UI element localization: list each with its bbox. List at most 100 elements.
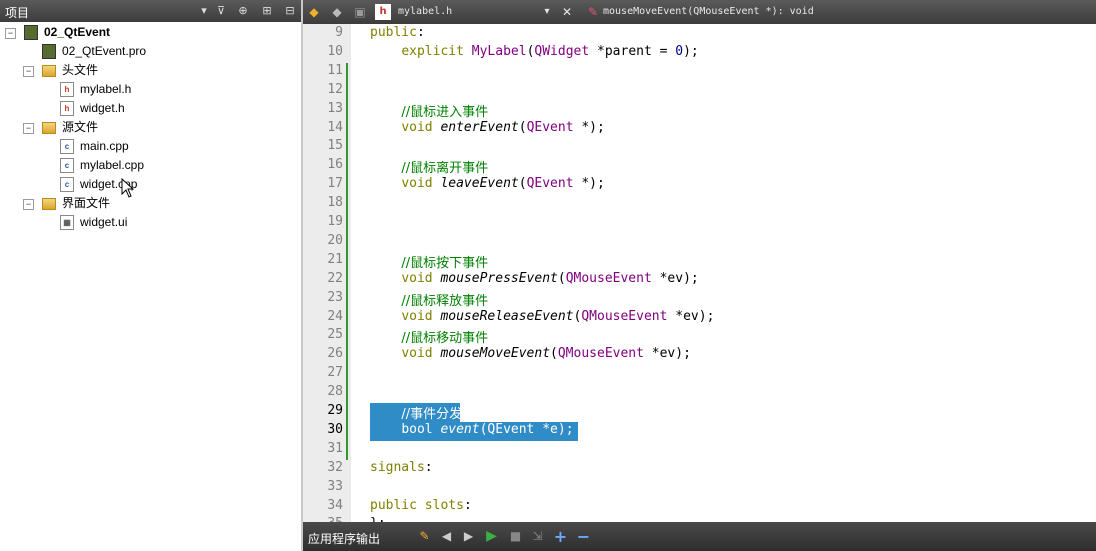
code-line[interactable]: //鼠标按下事件 (370, 252, 488, 271)
folder-icon (42, 122, 56, 134)
cpp-file-icon: c (60, 139, 74, 154)
line-number: 23 (327, 289, 343, 305)
zoom-in-icon[interactable]: + (553, 529, 568, 545)
file-dropdown-icon[interactable]: ▾ (539, 4, 555, 20)
forward-arrow-icon[interactable]: ◆ (329, 4, 345, 20)
filter-icon[interactable]: ⊽ (213, 3, 229, 19)
header-file-icon: h (375, 4, 391, 20)
tree-item-widget-cpp[interactable]: c widget.cpp (0, 175, 300, 194)
code-editor: ◆ ◆ ▣ h mylabel.h ▾ ✕ ✎ mouseMoveEvent(Q… (303, 0, 1096, 551)
code-line[interactable]: //事件分发器 (370, 403, 475, 422)
line-number: 12 (327, 81, 343, 97)
tree-item-project[interactable]: − 02_QtEvent (0, 23, 300, 42)
code-line[interactable]: public slots: (370, 498, 472, 513)
line-number: 28 (327, 384, 343, 400)
collapse-icon[interactable]: − (23, 123, 34, 134)
line-number: 31 (327, 440, 343, 456)
line-number: 33 (327, 478, 343, 494)
tree-item-headers-folder[interactable]: − 头文件 (0, 61, 300, 80)
change-marker (346, 62, 348, 460)
stop-icon[interactable]: ■ (508, 529, 523, 544)
code-line[interactable]: //鼠标释放事件 (370, 290, 488, 309)
back-arrow-icon[interactable]: ◆ (306, 4, 322, 20)
split-icon[interactable]: ⊞ (259, 3, 275, 19)
code-line[interactable]: void leaveEvent(QEvent *); (370, 176, 605, 191)
line-number: 24 (327, 308, 343, 324)
tree-item-sources-folder[interactable]: − 源文件 (0, 118, 300, 137)
tree-item-label: mylabel.h (80, 82, 132, 96)
tree-item-mylabel-h[interactable]: h mylabel.h (0, 80, 300, 99)
line-number: 9 (335, 25, 343, 40)
line-number: 32 (327, 459, 343, 475)
folder-icon (42, 198, 56, 210)
symbol-selector[interactable]: mouseMoveEvent(QMouseEvent *): void (603, 6, 814, 17)
tree-item-label: 02_QtEvent (44, 25, 111, 39)
symbol-icon: ✎ (587, 5, 599, 19)
tree-item-forms-folder[interactable]: − 界面文件 (0, 194, 300, 213)
collapse-icon[interactable]: − (5, 28, 16, 39)
close-file-icon[interactable]: ✕ (559, 4, 575, 20)
line-number: 16 (327, 157, 343, 173)
collapse-icon[interactable]: − (23, 66, 34, 77)
attach-icon[interactable]: ⇲ (530, 529, 545, 544)
line-number: 25 (327, 327, 343, 343)
code-line[interactable]: //鼠标离开事件 (370, 157, 488, 176)
open-file-name[interactable]: mylabel.h (398, 6, 452, 17)
tree-item-label: widget.ui (80, 215, 128, 229)
code-area[interactable]: 9 public: 10 explicit MyLabel(QWidget *par… (303, 24, 1096, 522)
tree-item-label: mylabel.cpp (80, 158, 145, 172)
zoom-out-icon[interactable]: − (576, 529, 591, 545)
view-dropdown-icon[interactable]: ▾ (196, 3, 212, 19)
code-line[interactable]: explicit MyLabel(QWidget *parent = 0); (370, 44, 698, 59)
previous-icon[interactable]: ◀ (439, 529, 454, 544)
project-panel-header: 项目 ▾ ⊽ ⊕ ⊞ ⊟ (0, 0, 301, 22)
lock-icon[interactable]: ▣ (352, 4, 368, 20)
line-number: 26 (327, 346, 343, 362)
tree-item-pro-file[interactable]: 02_QtEvent.pro (0, 42, 300, 61)
tree-item-widget-ui[interactable]: ▦ widget.ui (0, 213, 300, 232)
tree-item-main-cpp[interactable]: c main.cpp (0, 137, 300, 156)
code-line[interactable]: public: (370, 25, 425, 40)
code-line[interactable]: void mouseMoveEvent(QMouseEvent *ev); (370, 346, 691, 361)
cpp-file-icon: c (60, 177, 74, 192)
cpp-file-icon: c (60, 158, 74, 173)
line-number: 19 (327, 214, 343, 229)
run-icon[interactable]: ▶ (484, 529, 499, 544)
line-number: 15 (327, 138, 343, 154)
link-icon[interactable]: ⊕ (235, 3, 251, 19)
tree-item-label: 界面文件 (62, 196, 111, 210)
mouse-cursor-icon (121, 178, 135, 198)
tree-item-label: 02_QtEvent.pro (62, 44, 147, 58)
project-panel-title: 项目 (5, 6, 30, 20)
tree-item-widget-h[interactable]: h widget.h (0, 99, 300, 118)
line-number: 13 (327, 100, 343, 116)
line-number: 17 (327, 176, 343, 192)
tree-item-label: 源文件 (62, 120, 99, 134)
line-number: 21 (327, 251, 343, 267)
code-line[interactable]: //鼠标移动事件 (370, 327, 488, 346)
ui-file-icon: ▦ (60, 215, 74, 230)
output-pane-title: 应用程序输出 (308, 532, 381, 546)
close-panel-icon[interactable]: ⊟ (282, 3, 298, 19)
folder-icon (42, 65, 56, 77)
code-line[interactable]: void enterEvent(QEvent *); (370, 120, 605, 135)
project-icon (24, 25, 38, 40)
header-file-icon: h (60, 82, 74, 97)
clear-output-icon[interactable]: ✎ (417, 529, 432, 544)
pro-file-icon (42, 44, 56, 59)
code-line[interactable]: void mousePressEvent(QMouseEvent *ev); (370, 271, 698, 286)
next-icon[interactable]: ▶ (461, 529, 476, 544)
line-number: 18 (327, 195, 343, 211)
code-line[interactable]: //鼠标进入事件 (370, 101, 488, 120)
code-line[interactable]: void mouseReleaseEvent(QMouseEvent *ev); (370, 309, 714, 324)
line-number: 34 (327, 497, 343, 513)
line-number: 11 (327, 62, 343, 78)
code-line[interactable]: signals: (370, 460, 433, 475)
code-line[interactable]: bool event(QEvent *e); (370, 422, 573, 437)
tree-item-mylabel-cpp[interactable]: c mylabel.cpp (0, 156, 300, 175)
line-number: 20 (327, 232, 343, 248)
editor-toolbar: ◆ ◆ ▣ h mylabel.h ▾ ✕ ✎ mouseMoveEvent(Q… (303, 0, 1096, 24)
collapse-icon[interactable]: − (23, 199, 34, 210)
line-number: 27 (327, 365, 343, 381)
project-panel: 项目 ▾ ⊽ ⊕ ⊞ ⊟ − 02_QtEvent 02_QtEvent.pro… (0, 0, 301, 551)
